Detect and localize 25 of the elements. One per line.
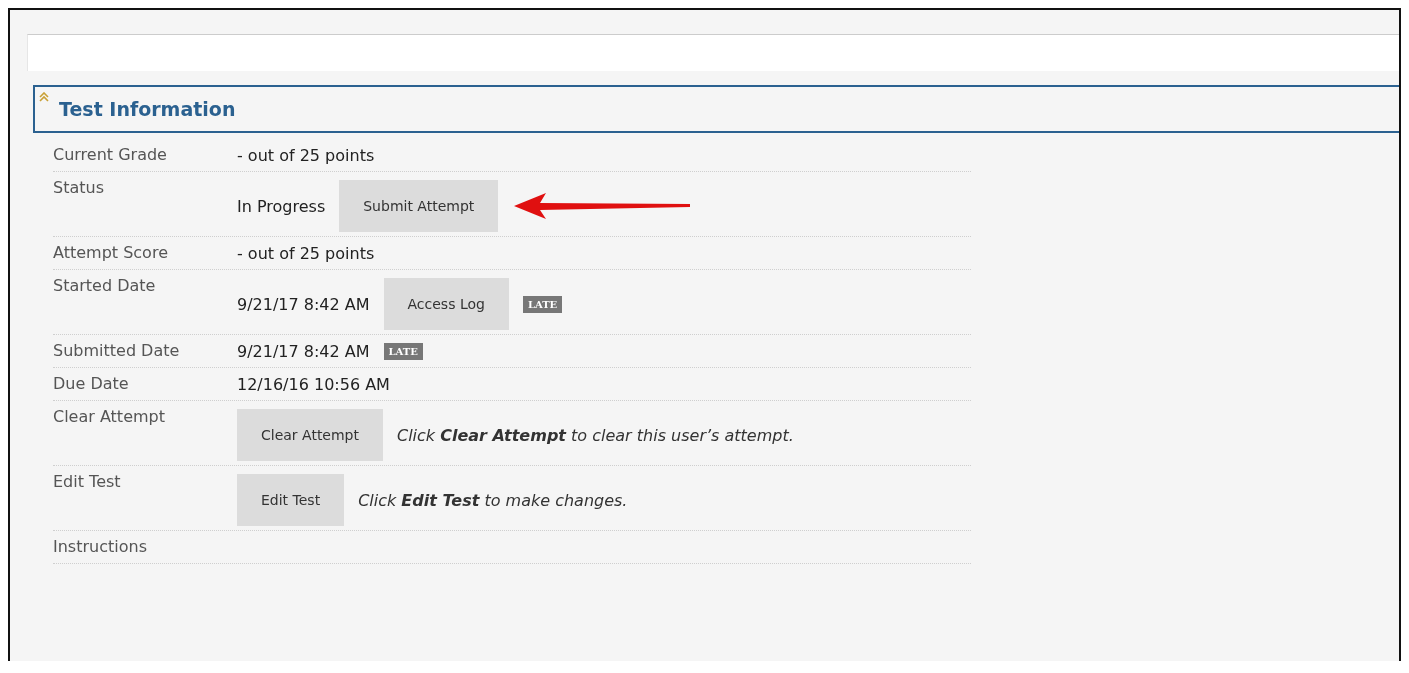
help-text: Click Edit Test to make changes.	[358, 490, 628, 510]
action-button[interactable]: Clear Attempt	[237, 409, 383, 461]
section-title: Test Information	[59, 98, 236, 120]
field-label: Clear Attempt	[53, 406, 166, 426]
field-label: Edit Test	[53, 471, 122, 491]
field-value: - out of 25 points	[237, 145, 375, 165]
field-label: Submitted Date	[53, 340, 181, 360]
help-text: Click Clear Attempt to clear this user’s attempt.	[397, 425, 794, 445]
action-button[interactable]: Edit Test	[237, 474, 345, 526]
collapse-chevron-icon[interactable]	[39, 92, 49, 102]
field-label: Attempt Score	[53, 242, 169, 262]
late-badge: LATE	[522, 295, 563, 313]
field-label: Started Date	[53, 275, 157, 295]
field-label: Status	[53, 177, 105, 197]
field-value: 9/21/17 8:42 AM	[237, 341, 370, 361]
field-value: 9/21/17 8:42 AM	[237, 294, 370, 314]
field-label: Instructions	[53, 536, 148, 556]
field-label: Due Date	[53, 373, 130, 393]
field-label: Current Grade	[53, 144, 168, 164]
action-button[interactable]: Access Log	[383, 278, 509, 330]
late-badge: LATE	[383, 342, 423, 360]
action-button[interactable]: Submit Attempt	[339, 180, 499, 232]
field-value: In Progress	[237, 196, 326, 216]
field-value: - out of 25 points	[237, 243, 375, 263]
field-value: 12/16/16 10:56 AM	[237, 374, 390, 394]
